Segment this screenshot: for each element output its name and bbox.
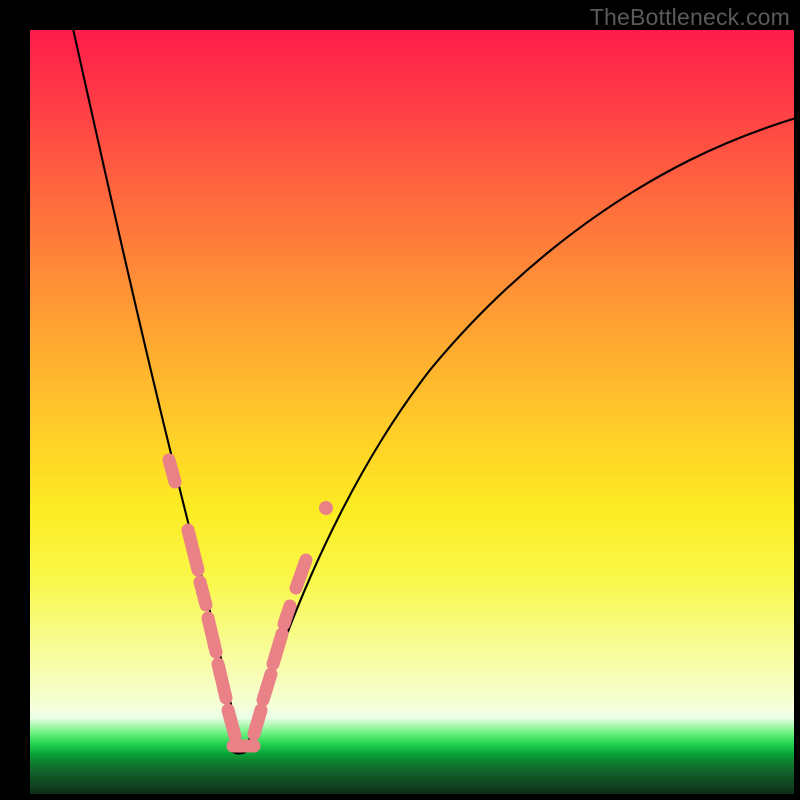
- highlight-markers: [169, 460, 333, 746]
- watermark-text: TheBottleneck.com: [590, 4, 790, 31]
- bottleneck-curve-svg: [30, 30, 794, 794]
- bottleneck-curve: [72, 24, 796, 752]
- plot-area: [30, 30, 794, 794]
- chart-frame: TheBottleneck.com: [0, 0, 800, 800]
